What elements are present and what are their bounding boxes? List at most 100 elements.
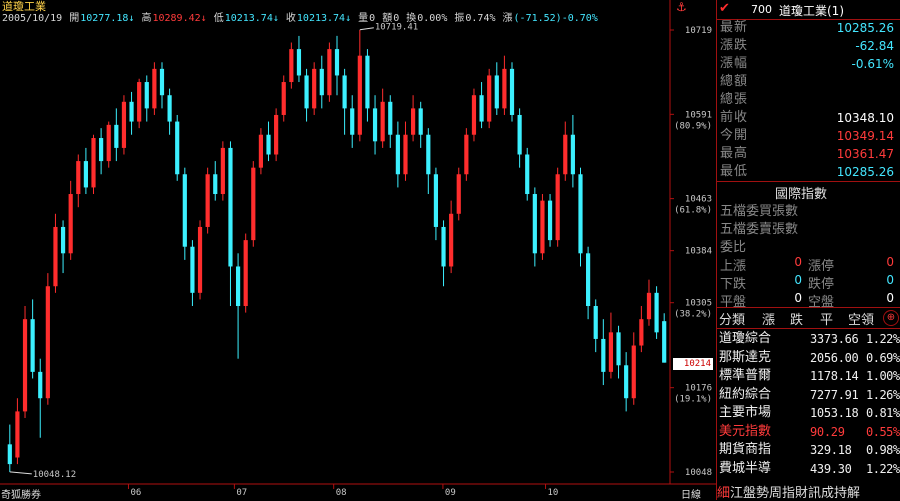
info-vol-label: 量 [358,13,369,24]
month-label: 09 [445,488,456,498]
quote-row: 今開 10349.14 [717,127,900,145]
month-label: 07 [236,488,247,498]
cat-up[interactable]: 漲 [762,309,775,328]
candle-body [654,292,659,333]
ohlc-info-bar: 2005/10/19 開10277.18↓ 高10289.42↓ 低10213.… [2,13,599,25]
info-high-label: 高 [141,13,152,24]
quote-row: 前收 10348.10 [717,109,900,127]
ad-value: 0 [886,291,894,305]
quote-row: 總張 [717,91,900,109]
candle-body [258,134,264,168]
candle-body [228,147,233,267]
index-row[interactable]: 期貨商指 329.18 0.98% [717,441,900,459]
index-change: 0.81% [866,406,900,420]
candle-body [624,365,629,399]
price-label: 10305 [685,299,712,309]
symbol-code: 700 [751,3,772,16]
quote-label: 最新 [720,20,749,35]
index-name: 主要市場 [719,405,772,420]
candle-body [182,174,187,247]
quote-value: 10361.47 [836,147,894,161]
quote-row: 最新 10285.26 [717,19,900,37]
candle-body [487,75,492,122]
candle-body [76,161,81,195]
index-row[interactable]: 美元指數 90.29 0.55% [717,423,900,441]
candle-body [494,75,499,109]
category-header: 分類 漲 跌 平 空領 ⊕ [717,307,900,329]
index-price: 7277.91 [810,387,859,402]
candle-body [266,134,271,155]
index-name: 期貨商指 [719,442,772,457]
cat-down[interactable]: 跌 [790,309,803,328]
month-label: 10 [548,488,559,498]
candle-body [99,138,104,162]
candle-body [251,167,256,241]
candle-body [342,75,347,109]
quote-label: 今開 [720,128,749,143]
quote-label: 前收 [720,110,749,125]
index-name: 紐約綜合 [719,386,772,402]
price-label: 10463 [685,195,712,205]
fib-percent-label: (38.2%) [674,310,712,320]
index-name: 標準普爾 [719,368,772,383]
info-low-label: 低 [213,13,224,24]
info-amt: 0 [393,13,400,24]
index-row[interactable]: 主要市場 1053.18 0.81% [717,404,900,422]
quote-row: 漲跌 -62.84 [717,37,900,55]
index-row[interactable]: 標準普爾 1178.14 1.00% [717,367,900,385]
quote-label: 漲跌 [720,38,749,53]
candlestick-chart[interactable]: 10719 10591 10463 10384 10305 10176 10048 (80.9… [0,0,716,500]
news-ticker[interactable]: 細江盤勢周指財訊成持解 [717,482,900,500]
candle-body [289,49,294,83]
quote-row: 最高 10361.47 [717,145,900,163]
cat-classify[interactable]: 分類 [719,309,745,328]
candle-body [608,332,614,372]
index-row[interactable]: 費城半導 439.30 1.22% [717,460,900,478]
candle-body [30,319,35,372]
scroll-toggle-icon[interactable]: ⊕ [883,310,899,326]
price-label: 10384 [685,247,712,257]
index-row[interactable]: 那斯達克 2056.00 0.69% [717,349,900,367]
candle-body [601,338,606,372]
index-row[interactable]: 紐約綜合 7277.91 1.26% [717,386,900,404]
month-label: 08 [336,488,347,498]
candle-body [243,240,248,307]
index-change: 0.55% [866,424,900,439]
quote-value: -62.84 [855,39,894,53]
candle-body [137,82,142,122]
candle-body [631,345,636,399]
candle-body [197,226,203,293]
candle-body [395,134,400,175]
index-row[interactable]: 道瓊綜合 3373.66 1.22% [717,330,900,348]
candle-body [616,332,621,366]
candle-body [350,108,355,135]
ticker-mark: 細 [717,486,731,500]
intl-index-header: 國際指數 [717,181,900,202]
cat-empty[interactable]: 空領 [848,309,874,328]
advance-decline-row: 上漲 0 漲停 0 [717,255,900,274]
candle-body [175,121,180,175]
ad-value: 0 [886,255,894,269]
cat-flat[interactable]: 平 [820,309,833,328]
period-daily-button[interactable]: 日線 [681,486,701,501]
ad-value: 0 [886,273,894,287]
checkmark-icon[interactable]: ✔ [719,1,730,16]
chart-canvas[interactable]: 10719 10591 10463 10384 10305 10176 10048 (80.9… [0,0,716,500]
candle-body [540,200,545,254]
candle-body [426,134,431,175]
candle-body [7,444,12,465]
candle-body [327,49,332,96]
candle-body [372,108,378,142]
quote-row: 總額 [717,73,900,91]
index-price: 1178.14 [810,369,859,383]
candle-body [235,266,241,307]
candle-body [517,114,522,155]
index-price: 90.29 [810,424,845,439]
symbol-name: 道瓊工業(1) [779,4,844,18]
anchor-icon[interactable]: ⚓ [676,0,687,14]
broker-name: 奇狐勝券 [1,490,41,501]
candle-body [220,147,225,195]
candle-body [159,68,165,96]
candle-body [456,174,461,214]
ask-volume-label: 五檔委賣張數 [720,222,799,237]
